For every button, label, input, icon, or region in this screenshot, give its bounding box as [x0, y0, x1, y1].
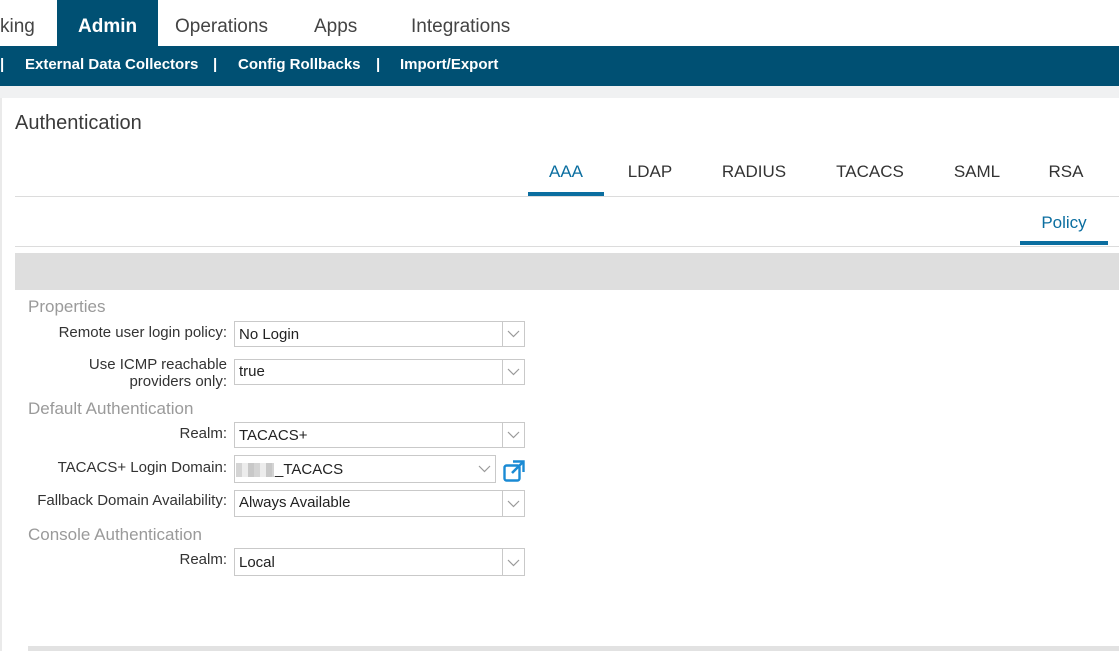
redacted-text — [236, 463, 274, 478]
icmp-select[interactable]: true — [234, 359, 525, 385]
fallback-value: Always Available — [239, 494, 351, 511]
tab-aaa[interactable]: AAA — [528, 162, 604, 196]
login-domain-select[interactable]: _TACACS — [234, 455, 496, 483]
console-realm-label: Realm: — [179, 551, 227, 568]
realm-select[interactable]: TACACS+ — [234, 422, 525, 448]
top-tab-integrations[interactable]: Integrations — [411, 0, 510, 46]
top-nav: king Admin Operations Apps Integrations — [0, 0, 1119, 46]
remote-login-select[interactable]: No Login — [234, 321, 525, 347]
chevron-down-icon[interactable] — [502, 322, 524, 346]
fallback-label: Fallback Domain Availability: — [37, 492, 227, 509]
sub-nav-separator: | — [0, 56, 5, 73]
chevron-down-icon[interactable] — [502, 423, 524, 447]
chevron-down-icon[interactable] — [502, 549, 524, 575]
icmp-value: true — [239, 363, 265, 380]
chevron-down-icon[interactable] — [474, 456, 495, 482]
tab-ldap[interactable]: LDAP — [623, 162, 677, 196]
realm-label: Realm: — [179, 425, 227, 442]
icmp-label-line1: Use ICMP reachable — [88, 356, 227, 373]
top-tab-apps[interactable]: Apps — [314, 0, 357, 46]
top-tab-admin[interactable]: Admin — [57, 0, 159, 46]
tab-rsa[interactable]: RSA — [1043, 162, 1089, 196]
top-tab-networking[interactable]: king — [0, 0, 35, 46]
page-title: Authentication — [15, 112, 142, 134]
console-realm-select[interactable]: Local — [234, 548, 525, 576]
sub-nav-external-data-collectors[interactable]: External Data Collectors — [25, 46, 198, 84]
section-default-authentication: Default Authentication — [28, 399, 194, 418]
console-realm-value: Local — [239, 554, 275, 571]
sub-nav-config-rollbacks[interactable]: Config Rollbacks — [238, 46, 361, 84]
top-tab-operations[interactable]: Operations — [175, 0, 268, 46]
login-domain-value-wrap: _TACACS — [236, 461, 343, 478]
open-external-icon[interactable] — [503, 460, 525, 482]
section-console-authentication: Console Authentication — [28, 525, 202, 544]
sub-nav-separator: | — [213, 56, 218, 73]
icmp-label: Use ICMP reachable providers only: — [89, 356, 227, 390]
subtab-policy[interactable]: Policy — [1020, 213, 1108, 245]
tab-saml[interactable]: SAML — [949, 162, 1005, 196]
chevron-down-icon[interactable] — [502, 360, 524, 384]
chevron-down-icon[interactable] — [502, 491, 524, 516]
auth-tabs: AAA LDAP RADIUS TACACS SAML RSA — [15, 150, 1119, 197]
left-border — [0, 98, 2, 651]
section-properties: Properties — [28, 297, 106, 316]
realm-value: TACACS+ — [239, 427, 308, 444]
fallback-select[interactable]: Always Available — [234, 490, 525, 517]
login-domain-value: _TACACS — [275, 461, 344, 478]
icmp-label-line2: providers only: — [129, 373, 227, 390]
tab-tacacs[interactable]: TACACS — [829, 162, 911, 196]
bottom-divider — [28, 646, 1119, 651]
remote-login-label: Remote user login policy: — [58, 324, 227, 341]
sub-nav-import-export[interactable]: Import/Export — [400, 46, 498, 84]
remote-login-value: No Login — [239, 326, 300, 343]
sub-nav: | External Data Collectors | Config Roll… — [0, 46, 1119, 86]
tab-radius[interactable]: RADIUS — [715, 162, 793, 196]
toolbar-bar — [15, 253, 1119, 290]
sub-nav-separator: | — [376, 56, 381, 73]
login-domain-label: TACACS+ Login Domain: — [57, 459, 227, 476]
aaa-subtabs: Policy — [15, 197, 1119, 247]
header-gap — [0, 86, 1119, 98]
